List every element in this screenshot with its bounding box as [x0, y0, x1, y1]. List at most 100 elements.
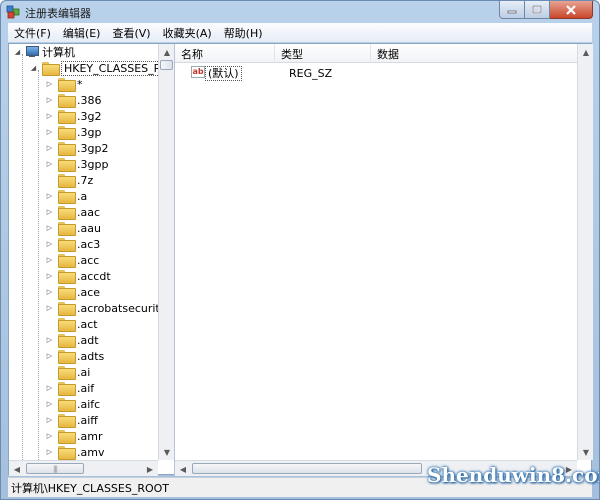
tree-key-item[interactable]: ▷ .3gp [45, 124, 101, 140]
menu-favorites[interactable]: 收藏夹(A) [157, 25, 218, 41]
tree-scroll-thumb[interactable] [160, 60, 173, 70]
expand-arrow-icon[interactable]: ▷ [45, 128, 54, 137]
close-icon [566, 4, 576, 15]
minimize-button[interactable] [499, 1, 525, 19]
tree-key-item[interactable]: ▷ .ac3 [45, 236, 100, 252]
tree-key-item[interactable]: ▷ .aiff [45, 412, 98, 428]
tree-key-label: .7z [77, 173, 94, 187]
close-button[interactable] [550, 1, 593, 19]
tree-key-label: .3g2 [77, 109, 102, 123]
tree-key-item[interactable]: ▷ .aac [45, 204, 100, 220]
folder-icon [58, 270, 76, 284]
expand-arrow-icon[interactable]: ▷ [45, 288, 54, 297]
tree-key-item[interactable]: ▷ .adt [45, 332, 99, 348]
tree-key-item[interactable]: ▷ .acrobatsecurityset [45, 300, 174, 316]
value-name: (默认) [205, 66, 242, 81]
tree-key-item[interactable]: ▷ * [45, 76, 83, 92]
expand-arrow-icon[interactable]: ▷ [45, 80, 54, 89]
expand-arrow-icon[interactable]: ▷ [45, 400, 54, 409]
menu-edit[interactable]: 编辑(E) [57, 25, 107, 41]
column-type[interactable]: 类型 [275, 44, 371, 63]
expand-arrow-icon[interactable] [45, 176, 54, 185]
folder-icon [58, 414, 76, 428]
expand-arrow-icon[interactable]: ▷ [45, 256, 54, 265]
column-data[interactable]: 数据 [371, 44, 577, 63]
tree-key-label: .3gp [77, 125, 102, 139]
expand-arrow-icon[interactable]: ▷ [45, 432, 54, 441]
folder-icon [58, 238, 76, 252]
folder-icon [58, 206, 76, 220]
scroll-right-arrow-icon[interactable]: ▶ [142, 461, 158, 476]
values-hscroll-thumb[interactable] [192, 463, 422, 474]
expand-arrow-icon[interactable]: ▷ [45, 112, 54, 121]
value-row[interactable]: ab (默认) REG_SZ [175, 64, 577, 82]
folder-open-icon [42, 62, 60, 76]
tree-key-item[interactable]: ▷ .adts [45, 348, 104, 364]
tree-hscroll-thumb[interactable]: ||| [26, 463, 84, 474]
tree-horizontal-scrollbar[interactable]: ◀ ||| ▶ [9, 460, 158, 476]
tree-key-item[interactable]: ▷ .amr [45, 428, 102, 444]
scroll-down-arrow-icon[interactable]: ▼ [159, 444, 174, 460]
collapse-arrow-icon[interactable]: ◢ [13, 48, 22, 57]
tree-key-item[interactable]: ▷ .accdt [45, 268, 111, 284]
tree-key-item[interactable]: ▷ .acc [45, 252, 99, 268]
expand-arrow-icon[interactable]: ▷ [45, 384, 54, 393]
tree-key-item[interactable]: ▷ .aifc [45, 396, 100, 412]
expand-arrow-icon[interactable] [45, 368, 54, 377]
watermark: Shenduwin8.com [427, 463, 600, 487]
tree-key-item[interactable]: .ai [45, 364, 90, 380]
expand-arrow-icon[interactable]: ▷ [45, 144, 54, 153]
tree-key-item[interactable]: .act [45, 316, 98, 332]
maximize-button[interactable] [525, 1, 550, 19]
scroll-up-arrow-icon[interactable]: ▲ [578, 44, 594, 60]
expand-arrow-icon[interactable]: ▷ [45, 192, 54, 201]
values-vertical-scrollbar[interactable]: ▲ ▼ [577, 44, 593, 460]
expand-arrow-icon[interactable]: ▷ [45, 352, 54, 361]
tree-key-item[interactable]: ▷ .386 [45, 92, 102, 108]
tree-key-item[interactable]: ▷ .3gpp [45, 156, 108, 172]
expand-arrow-icon[interactable]: ▷ [45, 336, 54, 345]
tree-key-item[interactable]: ▷ .amv [45, 444, 104, 460]
folder-icon [58, 398, 76, 412]
menu-view[interactable]: 查看(V) [106, 25, 156, 41]
expand-arrow-icon[interactable]: ▷ [45, 416, 54, 425]
folder-icon [58, 126, 76, 140]
folder-icon [58, 302, 76, 316]
tree-key-item[interactable]: ▷ .ace [45, 284, 100, 300]
expand-arrow-icon[interactable]: ▷ [45, 208, 54, 217]
expand-arrow-icon[interactable]: ▷ [45, 224, 54, 233]
expand-arrow-icon[interactable]: ▷ [45, 448, 54, 457]
expand-arrow-icon[interactable]: ▷ [45, 96, 54, 105]
menu-help[interactable]: 帮助(H) [218, 25, 269, 41]
collapse-arrow-icon[interactable]: ◢ [29, 64, 38, 73]
expand-arrow-icon[interactable]: ▷ [45, 304, 54, 313]
tree-key-label: .aif [77, 381, 95, 395]
expand-arrow-icon[interactable]: ▷ [45, 160, 54, 169]
folder-icon [58, 318, 76, 332]
expand-arrow-icon[interactable]: ▷ [45, 272, 54, 281]
folder-icon [58, 254, 76, 268]
client-area: ◢ 计算机 ◢ HKEY_CLASSES_ROOT ▷ * ▷ .386 ▷ .3g2 ▷.… [8, 43, 593, 477]
tree-root-computer[interactable]: ◢ 计算机 [13, 44, 75, 60]
expand-arrow-icon[interactable]: ▷ [45, 240, 54, 249]
scroll-up-arrow-icon[interactable]: ▲ [159, 44, 174, 60]
tree-key-item[interactable]: ▷ .a [45, 188, 87, 204]
tree-key-item[interactable]: ▷ .aif [45, 380, 94, 396]
column-name[interactable]: 名称 [175, 44, 275, 63]
menu-file[interactable]: 文件(F) [8, 25, 57, 41]
tree-key-item[interactable]: ▷ .aau [45, 220, 101, 236]
tree-vertical-scrollbar[interactable]: ▲ ▼ [158, 44, 174, 460]
tree-key-item[interactable]: .7z [45, 172, 93, 188]
string-value-icon: ab [191, 66, 205, 78]
scroll-left-arrow-icon[interactable]: ◀ [9, 461, 25, 476]
tree-key-item[interactable]: ▷ .3gp2 [45, 140, 108, 156]
title-bar[interactable]: 注册表编辑器 [1, 1, 599, 23]
registry-editor-icon [6, 5, 20, 19]
scroll-down-arrow-icon[interactable]: ▼ [578, 444, 594, 460]
tree-hive-hkcr[interactable]: ◢ HKEY_CLASSES_ROOT [29, 60, 174, 76]
tree-key-item[interactable]: ▷ .3g2 [45, 108, 101, 124]
scroll-left-arrow-icon[interactable]: ◀ [175, 461, 191, 477]
expand-arrow-icon[interactable] [45, 320, 54, 329]
tree-key-label: .adts [77, 349, 105, 363]
tree-key-label: .aiff [77, 413, 98, 427]
